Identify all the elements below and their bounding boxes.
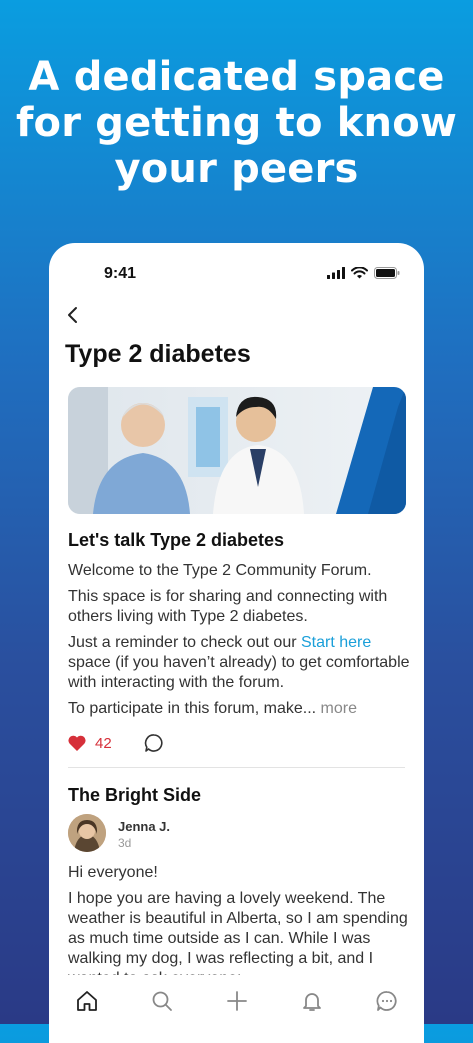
post-paragraph-3-end: space (if you haven’t already) to get co… [68,654,410,691]
tab-home[interactable] [73,987,101,1015]
headline-line-1: A dedicated space [28,54,445,100]
post-paragraph-4: To participate in this forum, make... mo… [68,699,413,719]
thread-title[interactable]: The Bright Side [68,785,201,806]
status-time: 9:41 [104,265,137,282]
phone-screen: 9:41 Type 2 diabetes Let's talk Type 2 d… [49,243,424,1043]
signal-icon [327,267,345,279]
tab-create[interactable] [223,987,251,1015]
tab-messages[interactable] [373,987,401,1015]
hero-image [68,387,406,514]
plus-icon [226,991,247,1011]
status-icons [327,267,400,279]
thread-body: I hope you are having a lovely weekend. … [68,890,408,987]
avatar[interactable] [68,814,106,852]
comment-icon[interactable] [144,733,164,753]
heart-icon[interactable] [67,734,87,752]
thread-greeting: Hi everyone! [68,864,158,881]
tab-notifications[interactable] [298,987,326,1015]
bell-icon [302,993,321,1011]
status-bar: 9:41 [49,265,424,285]
hero-illustration [68,387,406,514]
post-paragraph-3: Just a reminder to check out our Start h… [68,633,413,693]
post-truncated-text: To participate in this forum, make... [68,700,317,717]
divider [68,767,405,768]
post-timestamp: 3d [118,836,132,850]
more-link[interactable]: more [316,700,357,717]
post-title: Let's talk Type 2 diabetes [68,530,285,550]
author-name[interactable]: Jenna J. [118,819,170,834]
chevron-left-icon[interactable] [63,305,83,325]
chat-icon [376,991,397,1011]
wifi-icon [351,267,368,279]
post-reactions: 42 [67,733,164,753]
page-title: Type 2 diabetes [65,340,251,368]
headline-line-3: your peers [114,146,359,192]
headline: A dedicated space for getting to know yo… [0,54,473,192]
post-paragraph-2: This space is for sharing and connecting… [68,588,388,625]
like-count: 42 [95,734,112,752]
headline-line-2: for getting to know [15,100,458,146]
post-paragraph-3-start: Just a reminder to check out our [68,634,301,651]
battery-icon [374,267,400,279]
tab-search[interactable] [148,987,176,1015]
search-icon [152,991,172,1011]
post-paragraph-1: Welcome to the Type 2 Community Forum. [68,562,372,579]
avatar-image [68,814,106,852]
home-icon [76,991,97,1011]
start-here-link[interactable]: Start here [301,634,371,651]
tab-bar [49,975,424,1043]
